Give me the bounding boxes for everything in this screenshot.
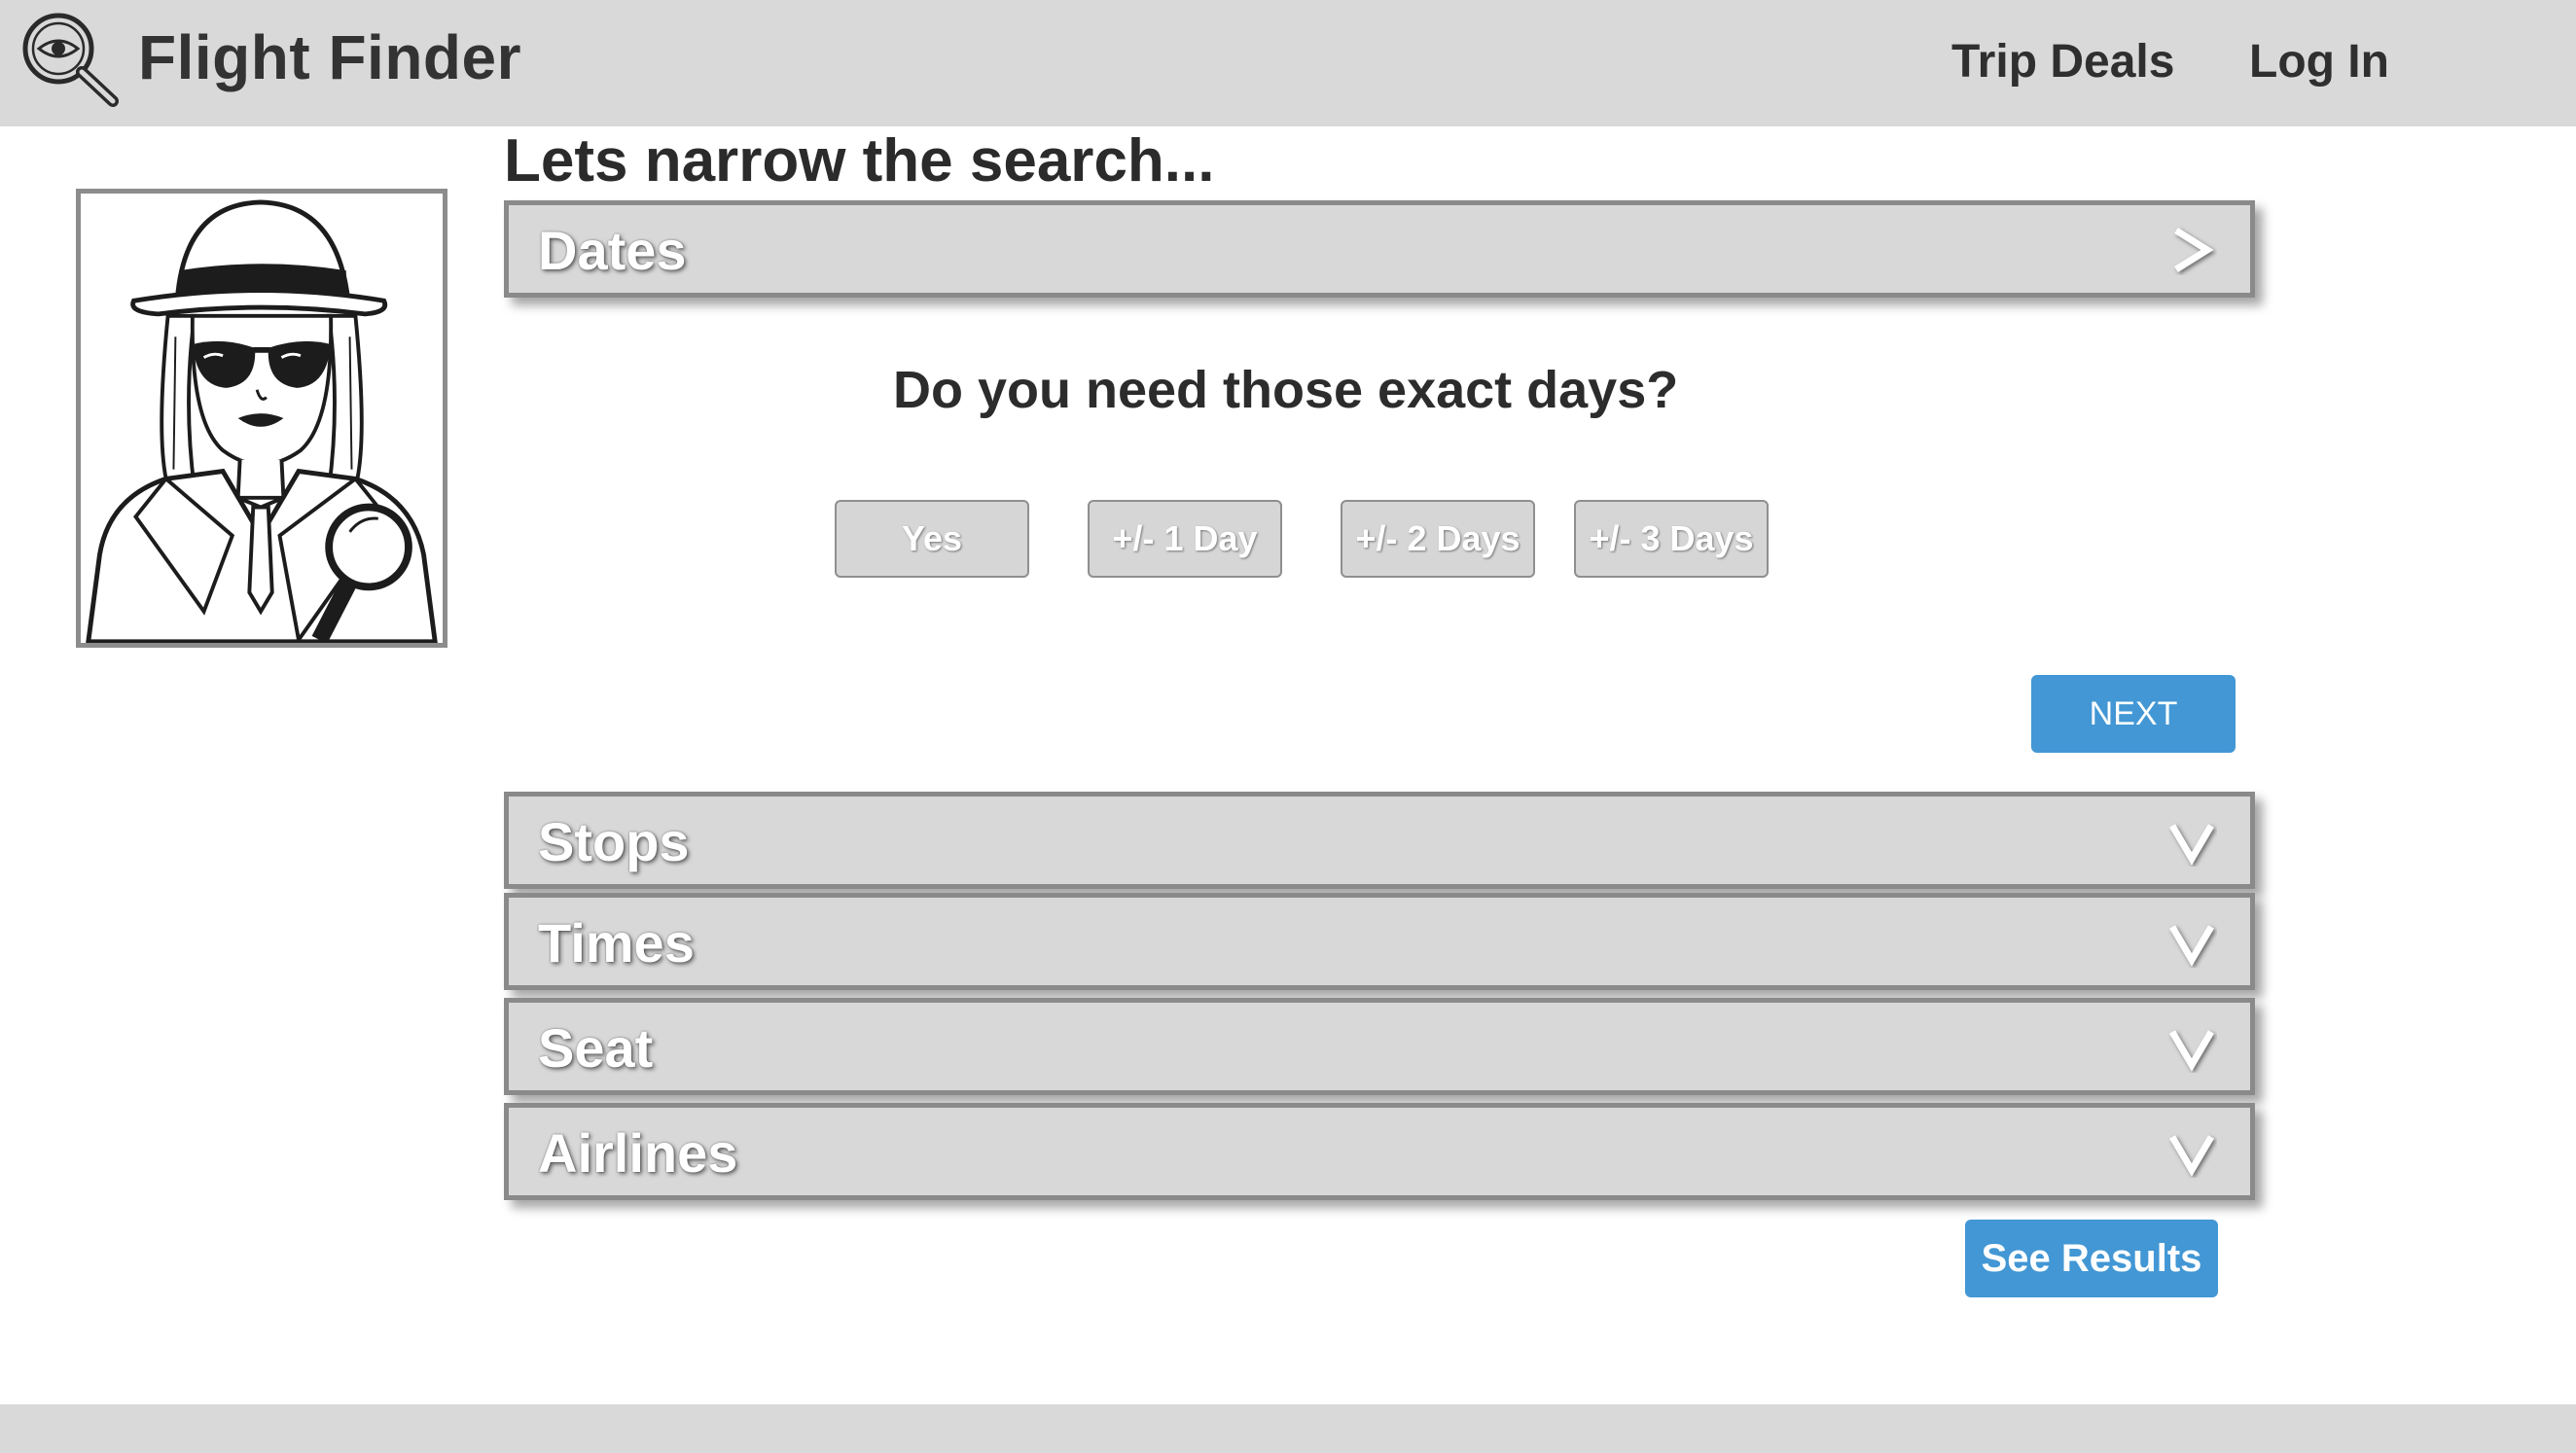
section-stops-header[interactable]: Stops (504, 792, 2255, 889)
next-button[interactable]: NEXT (2031, 675, 2236, 753)
footer-bar (0, 1404, 2576, 1453)
section-airlines-header[interactable]: Airlines (504, 1103, 2255, 1200)
option-plus-minus-1-day-button[interactable]: +/- 1 Day (1088, 500, 1282, 578)
see-results-button[interactable]: See Results (1965, 1220, 2218, 1297)
detective-illustration (86, 199, 438, 643)
dates-question: Do you need those exact days? (893, 361, 1679, 419)
section-times-header[interactable]: Times (504, 893, 2255, 990)
header-bar: Flight Finder Trip Deals Log In (0, 0, 2576, 126)
magnifier-eye-icon[interactable] (18, 10, 121, 107)
nav-log-in[interactable]: Log In (2249, 35, 2389, 89)
option-exact-days-button[interactable]: Yes (835, 500, 1029, 578)
chevron-right-icon (2174, 228, 2214, 272)
section-seat-label: Seat (538, 1017, 654, 1079)
section-dates-header[interactable]: Dates (504, 200, 2255, 298)
section-stops-label: Stops (538, 811, 690, 872)
option-plus-minus-2-days-button[interactable]: +/- 2 Days (1341, 500, 1535, 578)
page-title: Lets narrow the search... (504, 127, 1215, 195)
section-times-label: Times (538, 912, 695, 974)
chevron-down-icon (2168, 1030, 2215, 1072)
nav-trip-deals[interactable]: Trip Deals (1951, 35, 2174, 89)
chevron-down-icon (2168, 925, 2215, 967)
section-dates-label: Dates (538, 220, 687, 281)
detective-avatar (76, 189, 447, 648)
chevron-down-icon (2168, 1135, 2215, 1177)
section-airlines-label: Airlines (538, 1122, 738, 1184)
chevron-down-icon (2168, 824, 2215, 866)
section-seat-header[interactable]: Seat (504, 998, 2255, 1095)
option-plus-minus-3-days-button[interactable]: +/- 3 Days (1574, 500, 1769, 578)
brand-title[interactable]: Flight Finder (138, 21, 521, 93)
